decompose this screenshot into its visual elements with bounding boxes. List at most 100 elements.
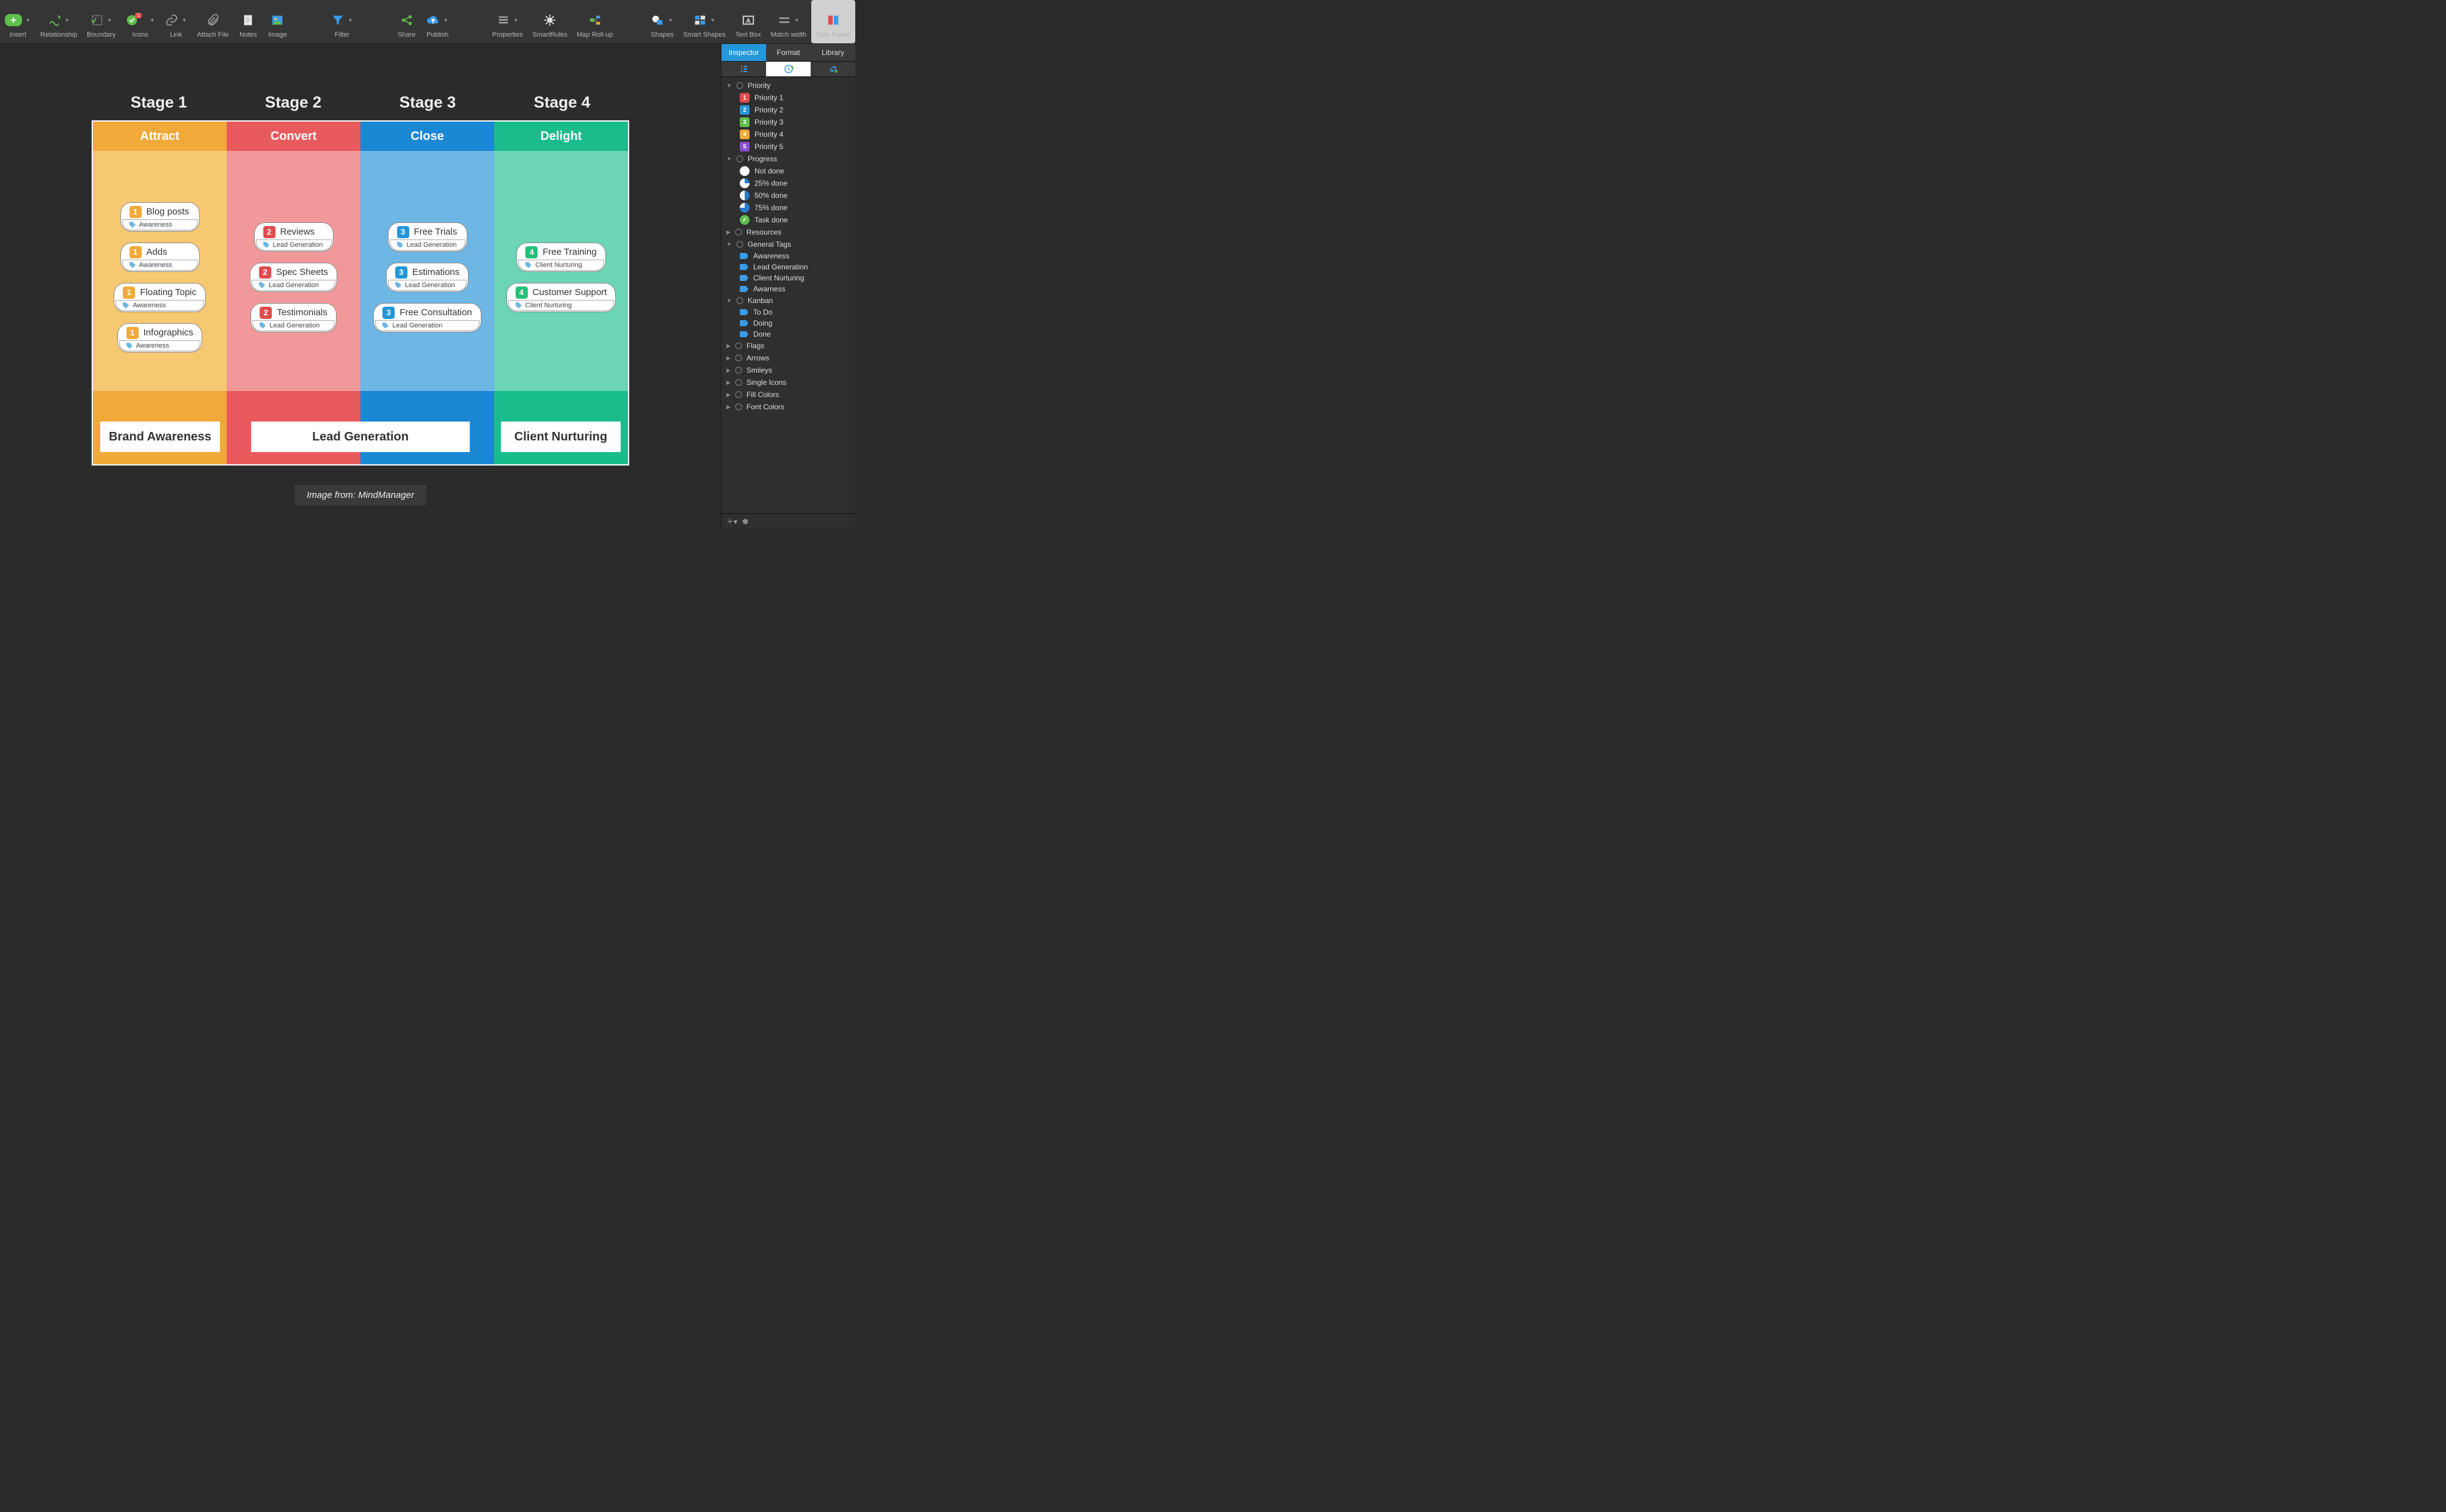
footer-brand-awareness[interactable]: Brand Awareness <box>100 422 220 452</box>
topic-card[interactable]: 1AddsAwareness <box>120 243 200 272</box>
marker-label: Awarness <box>753 285 785 293</box>
topic-card[interactable]: 2Spec SheetsLead Generation <box>250 263 337 292</box>
add-marker-button[interactable]: ＋▾ <box>726 516 737 527</box>
attach-file-button[interactable]: Attach File <box>192 0 234 43</box>
footer-client-nurturing[interactable]: Client Nurturing <box>501 422 621 452</box>
marker-item[interactable]: 75% done <box>721 202 855 214</box>
share-button[interactable]: Share <box>392 0 422 43</box>
subtab-list-icon[interactable] <box>721 62 766 76</box>
topic-card[interactable]: 1Blog postsAwareness <box>120 202 200 232</box>
marker-item[interactable]: 3Priority 3 <box>721 116 855 128</box>
match-width-button[interactable]: ▼ Match width <box>766 0 811 43</box>
properties-button[interactable]: ▼ Properties <box>487 0 528 43</box>
stage-label-2: Stage 2 <box>226 93 360 112</box>
column-close[interactable]: Close 3Free TrialsLead Generation 3Estima… <box>360 122 494 464</box>
group-header[interactable]: ▼Kanban <box>721 294 855 307</box>
card-title: Free Training <box>542 247 596 257</box>
column-convert[interactable]: Convert 2ReviewsLead Generation2Spec She… <box>227 122 360 464</box>
marker-item[interactable]: 25% done <box>721 177 855 189</box>
group-header[interactable]: ▶Resources <box>721 226 855 238</box>
marker-item[interactable]: 50% done <box>721 189 855 202</box>
tab-library[interactable]: Library <box>811 44 855 61</box>
settings-icon[interactable]: ✽ <box>742 517 748 526</box>
map-rollup-button[interactable]: Map Roll-up <box>572 0 618 43</box>
marker-label: Client Nurturing <box>753 274 804 282</box>
marker-item[interactable]: Doing <box>721 318 855 329</box>
column-close-header: Close <box>360 122 494 151</box>
priority-badge: 2 <box>263 226 276 238</box>
group-header[interactable]: ▼Progress <box>721 153 855 165</box>
marker-item[interactable]: 2Priority 2 <box>721 104 855 116</box>
marker-item[interactable]: 5Priority 5 <box>721 141 855 153</box>
column-attract[interactable]: Attract 1Blog postsAwareness1AddsAwarene… <box>93 122 227 464</box>
priority-badge: 2 <box>259 266 271 279</box>
marker-item[interactable]: Awareness <box>721 250 855 261</box>
tab-format[interactable]: Format <box>766 44 811 61</box>
marker-item[interactable]: To Do <box>721 307 855 318</box>
marker-label: Not done <box>754 167 784 175</box>
smartrules-button[interactable]: SmartRules <box>528 0 572 43</box>
group-header[interactable]: ▶Font Colors <box>721 401 855 413</box>
stage-label-1: Stage 1 <box>92 93 226 112</box>
marker-label: Priority 5 <box>754 142 783 151</box>
marker-item[interactable]: Lead Generation <box>721 261 855 272</box>
topic-card[interactable]: 3Free TrialsLead Generation <box>388 222 467 252</box>
topic-card[interactable]: 3Free ConsultationLead Generation <box>373 303 481 332</box>
tag-pill: Client Nurturing <box>508 300 615 311</box>
insert-button[interactable]: ▼ Insert <box>0 0 35 43</box>
footer-lead-generation[interactable]: Lead Generation <box>251 422 470 452</box>
marker-item[interactable]: ✓Task done <box>721 214 855 226</box>
marker-item[interactable]: Done <box>721 329 855 340</box>
column-delight[interactable]: Delight 4Free TrainingClient Nurturing 4C… <box>494 122 628 464</box>
subtab-clock-icon[interactable] <box>766 62 811 76</box>
publish-button[interactable]: ▼ Publish <box>422 0 454 43</box>
shapes-button[interactable]: ▼ Shapes <box>646 0 679 43</box>
group-name: Font Colors <box>747 403 784 411</box>
task-panes-button[interactable]: Task Panes <box>811 0 855 43</box>
topic-card[interactable]: 4Customer SupportClient Nurturing <box>506 283 616 312</box>
group-header[interactable]: ▶Arrows <box>721 352 855 364</box>
marker-item[interactable]: Awarness <box>721 283 855 294</box>
column-delight-header: Delight <box>494 122 628 151</box>
filter-button[interactable]: ▼ Filter <box>326 0 359 43</box>
group-header[interactable]: ▼General Tags <box>721 238 855 250</box>
marker-item[interactable]: 1Priority 1 <box>721 92 855 104</box>
group-name: Kanban <box>748 296 773 305</box>
topic-card[interactable]: 3EstimationsLead Generation <box>386 263 469 292</box>
group-header[interactable]: ▼Priority <box>721 79 855 92</box>
icons-button[interactable]: 1▼ Icons <box>120 0 159 43</box>
marker-tree[interactable]: ▼Priority1Priority 12Priority 23Priority… <box>721 77 855 513</box>
card-title: Free Trials <box>414 227 458 237</box>
canvas[interactable]: Stage 1 Stage 2 Stage 3 Stage 4 Attract … <box>0 44 721 529</box>
card-title: Testimonials <box>277 307 327 318</box>
group-header[interactable]: ▶Flags <box>721 340 855 352</box>
smart-shapes-button[interactable]: ▼ Smart Shapes <box>679 0 730 43</box>
link-button[interactable]: ▼ Link <box>160 0 192 43</box>
tag-label: Lead Generation <box>273 241 323 249</box>
group-name: Flags <box>747 341 764 350</box>
topic-card[interactable]: 4Free TrainingClient Nurturing <box>516 243 605 272</box>
topic-card[interactable]: 2ReviewsLead Generation <box>254 222 334 252</box>
group-header[interactable]: ▶Smileys <box>721 364 855 376</box>
image-button[interactable]: Image <box>263 0 292 43</box>
priority-badge: 1 <box>126 327 139 339</box>
tag-pill: Awareness <box>115 300 203 311</box>
notes-button[interactable]: Notes <box>233 0 263 43</box>
tab-inspector[interactable]: Inspector <box>721 44 766 61</box>
group-header[interactable]: ▶Fill Colors <box>721 389 855 401</box>
topic-card[interactable]: 1Floating TopicAwareness <box>114 283 205 312</box>
svg-text:A: A <box>746 18 751 25</box>
marker-label: Task done <box>754 216 788 224</box>
topic-card[interactable]: 2TestimonialsLead Generation <box>250 303 337 332</box>
marker-item[interactable]: Not done <box>721 165 855 177</box>
marker-item[interactable]: Client Nurturing <box>721 272 855 283</box>
relationship-button[interactable]: ▼ Relationship <box>35 0 82 43</box>
text-box-button[interactable]: A Text Box <box>730 0 766 43</box>
card-title: Blog posts <box>147 206 189 217</box>
topic-card[interactable]: 1InfographicsAwareness <box>117 323 203 352</box>
boundary-button[interactable]: ▼ Boundary <box>82 0 120 43</box>
subtab-link-icon[interactable] <box>811 62 855 76</box>
tag-label: Lead Generation <box>392 322 442 329</box>
marker-item[interactable]: 4Priority 4 <box>721 128 855 141</box>
group-header[interactable]: ▶Single Icons <box>721 376 855 389</box>
